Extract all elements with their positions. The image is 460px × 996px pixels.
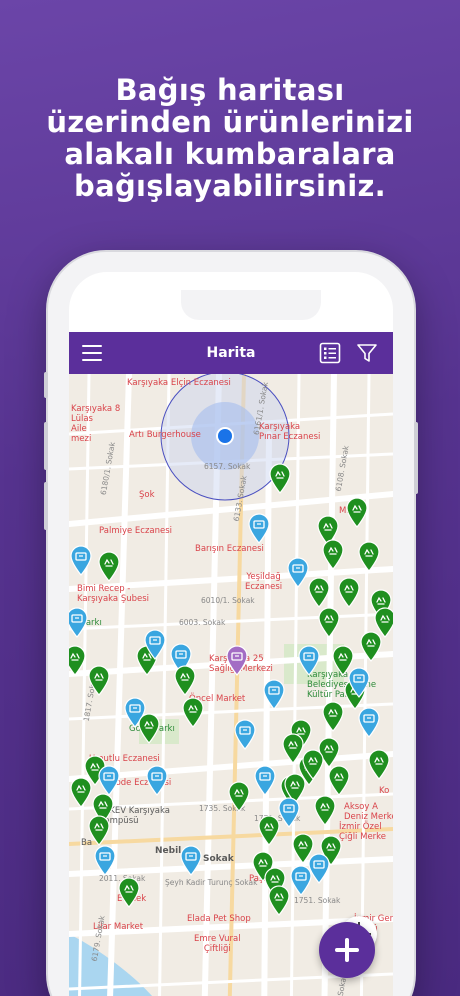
map-label: 6157. Sokak: [204, 462, 251, 471]
phone-frame: Harita Karşıyaka Elçin Eczanesi Karşıyak…: [44, 252, 418, 996]
donation-box-pin[interactable]: [262, 678, 286, 710]
donation-box-pin[interactable]: [289, 864, 313, 896]
recycle-pin[interactable]: [357, 540, 381, 572]
recycle-pin[interactable]: [321, 538, 345, 570]
mute-button: [44, 372, 48, 398]
recycle-pin[interactable]: [337, 576, 361, 608]
recycle-pin[interactable]: [345, 496, 369, 528]
map-label: Artı Burgerhouse: [129, 430, 201, 440]
donation-box-pin[interactable]: [357, 706, 381, 738]
selected-pin[interactable]: [225, 644, 249, 676]
map-label: İzmir Özel Çiğli Merke: [339, 822, 387, 842]
recycle-pin[interactable]: [268, 462, 292, 494]
recycle-pin[interactable]: [117, 876, 141, 908]
map-label: 6003. Sokak: [179, 618, 226, 627]
map-label: Şeyh Kadir Turunç Sokak: [165, 878, 258, 887]
list-view-icon[interactable]: [319, 342, 341, 364]
donation-box-pin[interactable]: [247, 512, 271, 544]
app-bar: Harita: [69, 332, 393, 374]
map-label: Yeşildağ Eczanesi: [245, 572, 283, 592]
add-donation-button[interactable]: [319, 922, 375, 978]
donation-box-pin[interactable]: [145, 764, 169, 796]
donation-box-pin[interactable]: [347, 666, 371, 698]
volume-up-button: [44, 422, 48, 470]
headline-line-4: bağışlayabilirsiniz.: [74, 169, 386, 203]
map-label: 6010/1. Sokak: [201, 596, 255, 605]
headline-line-1: Bağış haritası: [115, 73, 345, 107]
recycle-pin[interactable]: [301, 748, 325, 780]
headline: Bağış haritası üzerinden ürünlerinizi al…: [0, 74, 460, 202]
map-label: Karşıyaka 8 Lülas Aile mezi: [71, 404, 121, 444]
app-bar-title: Harita: [206, 345, 256, 361]
recycle-pin[interactable]: [69, 776, 93, 808]
recycle-pin[interactable]: [69, 644, 87, 676]
recycle-pin[interactable]: [137, 712, 161, 744]
donation-box-pin[interactable]: [93, 844, 117, 876]
donation-box-pin[interactable]: [277, 796, 301, 828]
donation-box-pin[interactable]: [69, 606, 89, 638]
donation-box-pin[interactable]: [179, 844, 203, 876]
donation-box-pin[interactable]: [233, 718, 257, 750]
recycle-pin[interactable]: [367, 748, 391, 780]
phone-notch: [181, 290, 321, 320]
map-label: Karşıyaka Şubesi: [77, 594, 150, 604]
donation-box-pin[interactable]: [253, 764, 277, 796]
recycle-pin[interactable]: [291, 832, 315, 864]
volume-down-button: [44, 482, 48, 530]
power-button: [414, 422, 418, 494]
map-label: Barışın Eczanesi: [195, 544, 264, 554]
map-label: Sokak: [203, 854, 234, 864]
recycle-pin[interactable]: [327, 764, 351, 796]
recycle-pin[interactable]: [373, 606, 393, 638]
recycle-pin[interactable]: [181, 696, 205, 728]
map-label: Nebil: [155, 846, 182, 856]
donation-box-pin[interactable]: [143, 628, 167, 660]
headline-line-3: alakalı kumbaralara: [64, 137, 396, 171]
filter-funnel-icon[interactable]: [356, 342, 378, 364]
recycle-pin[interactable]: [87, 814, 111, 846]
map-label: Palmiye Eczanesi: [99, 526, 173, 536]
recycle-pin[interactable]: [173, 664, 197, 696]
map-label: Elada Pet Shop: [187, 914, 251, 924]
map-label: Bimi Recep -: [77, 584, 131, 594]
recycle-pin[interactable]: [267, 884, 291, 916]
map-label: Ko: [379, 786, 390, 796]
headline-line-2: üzerinden ürünlerinizi: [46, 105, 414, 139]
map-label: Emre Vural Çiftliği: [194, 934, 241, 954]
recycle-pin[interactable]: [317, 606, 341, 638]
map-label: Karşıyaka Elçin Eczanesi: [127, 378, 231, 388]
donation-map[interactable]: Karşıyaka Elçin Eczanesi Karşıyaka 8 Lül…: [69, 374, 393, 996]
recycle-pin[interactable]: [321, 700, 345, 732]
recycle-pin[interactable]: [313, 794, 337, 826]
donation-box-pin[interactable]: [69, 544, 93, 576]
recycle-pin[interactable]: [87, 664, 111, 696]
recycle-pin[interactable]: [97, 550, 121, 582]
map-label: 1751. Sokak: [294, 896, 341, 905]
map-label: Şok: [139, 490, 155, 500]
recycle-pin[interactable]: [307, 576, 331, 608]
map-label: Aksoy A Deniz Merke: [344, 802, 393, 822]
map-label: Karşıyaka Pınar Eczanesi: [259, 422, 321, 442]
donation-box-pin[interactable]: [297, 644, 321, 676]
recycle-pin[interactable]: [227, 780, 251, 812]
phone-screen: Harita Karşıyaka Elçin Eczanesi Karşıyak…: [69, 272, 393, 996]
